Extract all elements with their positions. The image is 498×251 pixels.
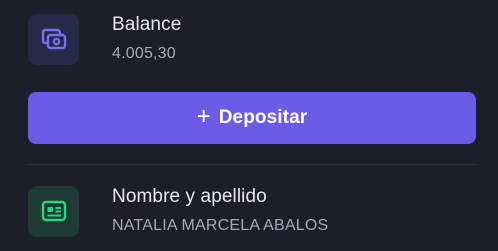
balance-label: Balance [112, 14, 182, 35]
balance-texts: Balance 4.005,30 [112, 13, 181, 65]
id-icon-container [28, 185, 79, 237]
id-card-icon [41, 200, 66, 222]
money-icon [41, 28, 66, 50]
balance-value: 4.005,30 [112, 45, 176, 62]
full-name-value: NATALIA MARCELA ABALOS [112, 217, 329, 234]
balance-row: Balance 4.005,30 [28, 13, 181, 65]
deposit-button-label: Depositar [218, 107, 308, 128]
plus-icon: + [196, 103, 211, 130]
full-name-row: Nombre y apellido NATALIA MARCELA ABALOS [28, 185, 328, 237]
full-name-label: Nombre y apellido [112, 186, 267, 207]
account-panel: Balance 4.005,30 + Depositar Nombre y ap… [0, 0, 498, 251]
balance-icon-container [28, 13, 79, 65]
divider [28, 164, 476, 165]
full-name-texts: Nombre y apellido NATALIA MARCELA ABALOS [112, 185, 328, 237]
deposit-button[interactable]: + Depositar [28, 92, 476, 144]
